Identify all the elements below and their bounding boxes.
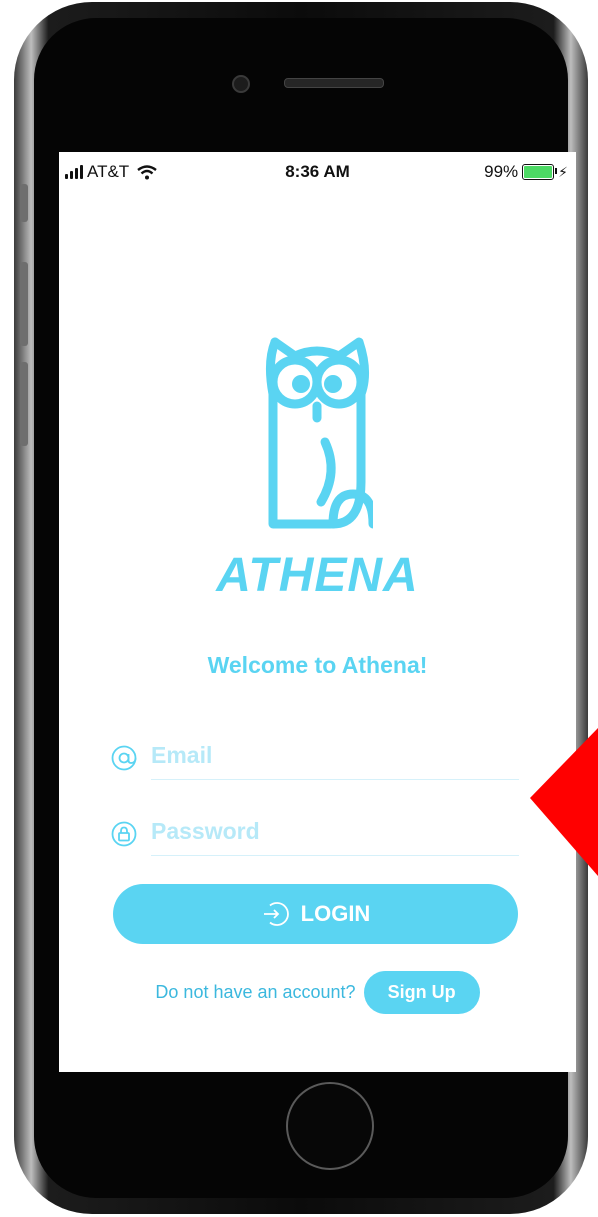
volume-up-button	[20, 262, 28, 346]
charging-icon: ⚡	[558, 163, 568, 180]
signup-row: Do not have an account? Sign Up	[59, 970, 576, 1014]
login-label: LOGIN	[300, 901, 371, 926]
lock-icon	[111, 821, 137, 847]
volume-down-button	[20, 362, 28, 446]
status-bar: AT&T 8:36 AM 99% ⚡	[59, 152, 576, 192]
login-button[interactable]: LOGIN	[113, 884, 518, 944]
owl-logo	[265, 337, 373, 529]
earpiece-speaker	[284, 78, 384, 88]
password-field[interactable]: Password	[111, 816, 519, 856]
welcome-text: Welcome to Athena!	[207, 652, 428, 678]
front-camera	[232, 75, 250, 93]
email-underline	[151, 779, 519, 780]
annotation-arrow-icon	[530, 728, 598, 876]
at-sign-icon	[111, 745, 137, 771]
battery-percent: 99%	[484, 162, 519, 181]
signup-button[interactable]: Sign Up	[363, 970, 480, 1014]
brand-title: ATHENA	[216, 549, 419, 602]
password-underline	[151, 855, 519, 856]
home-button[interactable]	[286, 1082, 374, 1170]
mute-switch	[20, 184, 28, 222]
email-placeholder: Email	[151, 742, 213, 768]
app-screen: AT&T 8:36 AM 99% ⚡ ATHENA Welcome to Ath…	[59, 152, 576, 1072]
email-field[interactable]: Email	[111, 740, 519, 780]
battery-group: 99% ⚡	[484, 162, 568, 182]
login-icon	[263, 902, 289, 926]
password-placeholder: Password	[151, 818, 260, 844]
signup-prompt: Do not have an account?	[155, 981, 356, 1002]
battery-icon	[522, 164, 558, 180]
